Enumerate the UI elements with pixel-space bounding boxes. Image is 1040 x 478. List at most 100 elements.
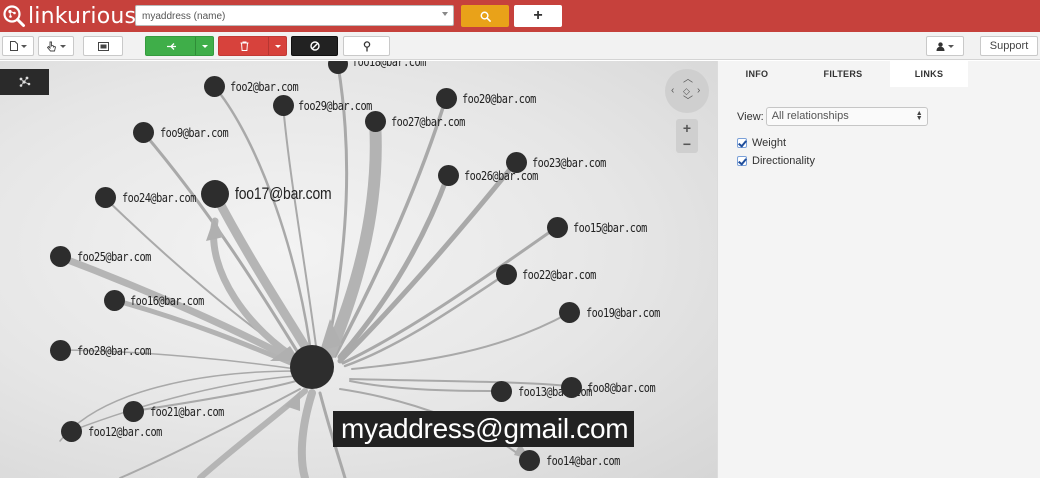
checkbox-checked-icon[interactable] xyxy=(737,156,747,166)
node-label: foo28@bar.com xyxy=(77,343,151,358)
pin-node-button[interactable] xyxy=(343,36,390,56)
search-button[interactable] xyxy=(461,5,509,27)
pan-up-icon[interactable]: ︿ xyxy=(683,75,693,85)
zoom-out-button[interactable]: − xyxy=(676,137,698,151)
edge xyxy=(333,96,448,358)
top-bar: linkurious + xyxy=(0,0,1040,32)
pan-right-icon[interactable]: › xyxy=(697,86,700,96)
graph-node-foo13[interactable] xyxy=(491,381,512,402)
support-button[interactable]: Support xyxy=(980,36,1038,56)
view-select-value: All relationships xyxy=(771,110,849,122)
chevron-down-icon xyxy=(274,44,281,48)
node-label: foo22@bar.com xyxy=(522,267,596,282)
graph-node-foo27[interactable] xyxy=(365,111,386,132)
graph-node-foo25[interactable] xyxy=(50,246,71,267)
node-label: foo21@bar.com xyxy=(150,404,224,419)
node-label: foo18@bar.com xyxy=(352,61,426,69)
node-label: foo12@bar.com xyxy=(88,424,162,439)
search-box[interactable] xyxy=(135,5,454,26)
graph-node-foo8[interactable] xyxy=(561,377,582,398)
expand-node-button[interactable] xyxy=(145,36,214,56)
user-menu-button[interactable] xyxy=(926,36,964,56)
expand-dropdown-button[interactable] xyxy=(195,37,213,55)
graph-node-foo16[interactable] xyxy=(104,290,125,311)
minimap-icon xyxy=(19,76,30,87)
pan-left-icon[interactable]: ‹ xyxy=(671,86,674,96)
pin-icon xyxy=(363,40,370,51)
weight-checkbox[interactable]: Weight xyxy=(737,137,786,149)
node-label: foo27@bar.com xyxy=(391,114,465,129)
pointer-icon xyxy=(46,41,56,51)
chevron-down-icon xyxy=(948,44,954,48)
node-label: foo20@bar.com xyxy=(462,91,536,106)
node-label: foo26@bar.com xyxy=(464,168,538,183)
graph-node-foo22[interactable] xyxy=(496,264,517,285)
graph-node-foo17[interactable] xyxy=(201,180,229,208)
file-menu-button[interactable] xyxy=(2,36,34,56)
graph-node-foo15[interactable] xyxy=(547,217,568,238)
edge xyxy=(297,389,316,478)
graph-node-foo26[interactable] xyxy=(438,165,459,186)
tab-info[interactable]: INFO xyxy=(718,61,796,87)
node-label: foo24@bar.com xyxy=(122,190,196,205)
logo-text: linkurious xyxy=(28,3,137,29)
select-mode-button[interactable] xyxy=(38,36,74,56)
tab-filters[interactable]: FILTERS xyxy=(804,61,882,87)
node-label: foo15@bar.com xyxy=(573,220,647,235)
pan-down-icon[interactable]: ﹀ xyxy=(683,97,693,107)
fullscreen-button[interactable] xyxy=(83,36,123,56)
node-label: foo14@bar.com xyxy=(546,453,620,468)
checkbox-checked-icon[interactable] xyxy=(737,138,747,148)
minimap-toggle-button[interactable] xyxy=(0,69,49,95)
weight-label: Weight xyxy=(752,137,787,149)
zoom-control: + − xyxy=(676,119,698,153)
graph-node-foo9[interactable] xyxy=(133,122,154,143)
graph-canvas[interactable]: ︿ ‹ ◇ › ﹀ + − foo18@bar.com foo2@bar.com… xyxy=(0,61,717,478)
zoom-in-button[interactable]: + xyxy=(676,121,698,135)
screen-icon xyxy=(97,41,109,51)
node-label: foo25@bar.com xyxy=(77,249,151,264)
graph-node-foo21[interactable] xyxy=(123,401,144,422)
pan-center-icon[interactable]: ◇ xyxy=(683,86,690,96)
user-icon xyxy=(936,41,945,51)
search-input[interactable] xyxy=(136,7,426,26)
tab-links[interactable]: LINKS xyxy=(890,61,968,87)
graph-node-foo14[interactable] xyxy=(519,450,540,471)
node-label: foo17@bar.com xyxy=(235,184,332,203)
support-label: Support xyxy=(989,40,1029,52)
block-icon xyxy=(309,41,320,51)
delete-node-button[interactable] xyxy=(218,36,287,56)
side-panel: INFO FILTERS LINKS View: All relationshi… xyxy=(717,61,1040,478)
search-dropdown-caret-icon[interactable] xyxy=(442,12,448,16)
node-label: foo16@bar.com xyxy=(130,293,204,308)
graph-node-foo19[interactable] xyxy=(559,302,580,323)
select-arrows-icon: ▲ ▼ xyxy=(915,110,923,122)
graph-node-foo28[interactable] xyxy=(50,340,71,361)
graph-node-foo12[interactable] xyxy=(61,421,82,442)
add-button[interactable]: + xyxy=(514,5,562,27)
toolbar: Support xyxy=(0,32,1040,60)
chevron-down-icon xyxy=(20,44,27,48)
node-label: foo23@bar.com xyxy=(532,155,606,170)
directionality-label: Directionality xyxy=(752,155,815,167)
graph-node-main[interactable] xyxy=(290,345,334,389)
delete-dropdown-button[interactable] xyxy=(268,37,286,55)
node-label: foo29@bar.com xyxy=(298,98,372,113)
view-select[interactable]: All relationships ▲ ▼ xyxy=(765,107,928,126)
graph-node-foo20[interactable] xyxy=(436,88,457,109)
hide-node-button[interactable] xyxy=(291,36,338,56)
logo-icon xyxy=(3,5,25,27)
trash-icon xyxy=(219,37,269,55)
graph-node-foo29[interactable] xyxy=(273,95,294,116)
directionality-checkbox[interactable]: Directionality xyxy=(737,155,815,167)
node-label: foo9@bar.com xyxy=(160,125,229,140)
app-logo[interactable]: linkurious xyxy=(2,2,136,30)
edge xyxy=(341,225,559,365)
edge-arrow xyxy=(206,218,224,241)
graph-node-foo24[interactable] xyxy=(95,187,116,208)
graph-node-foo2[interactable] xyxy=(204,76,225,97)
node-label: foo19@bar.com xyxy=(586,305,660,320)
view-row: View: All relationships ▲ ▼ xyxy=(737,107,928,126)
pan-control[interactable]: ︿ ‹ ◇ › ﹀ xyxy=(665,69,709,113)
expand-icon xyxy=(146,37,196,55)
